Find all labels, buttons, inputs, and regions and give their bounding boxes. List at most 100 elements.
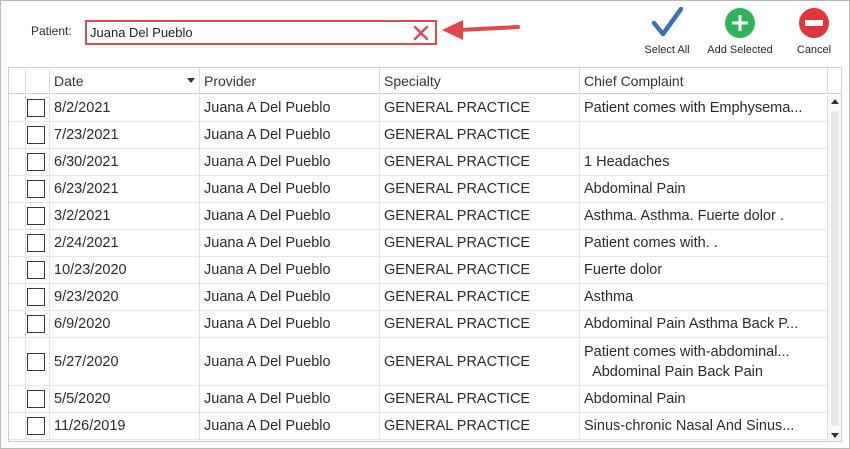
table-row[interactable]: 10/23/2020 Juana A Del Pueblo GENERAL PR… — [9, 257, 827, 284]
table-row[interactable]: 5/5/2020 Juana A Del Pueblo GENERAL PRAC… — [9, 386, 827, 413]
provider-cell: Juana A Del Pueblo — [199, 149, 379, 175]
provider-cell: Juana A Del Pueblo — [199, 176, 379, 202]
date-column-label: Date — [54, 73, 84, 89]
complaint-column-header[interactable]: Chief Complaint — [579, 68, 827, 94]
row-checkbox[interactable] — [27, 261, 45, 279]
row-checkbox[interactable] — [27, 234, 45, 252]
row-checkbox-cell[interactable] — [25, 284, 49, 310]
specialty-column-header[interactable]: Specialty — [379, 68, 579, 94]
complaint-cell: Patient comes with Emphysema... — [579, 95, 827, 121]
provider-cell: Juana A Del Pueblo — [199, 257, 379, 283]
dialog-window: Patient: Select All Add Selected Cancel — [0, 0, 850, 449]
add-selected-label: Add Selected — [707, 44, 773, 56]
row-checkbox[interactable] — [27, 288, 45, 306]
row-selector[interactable] — [9, 203, 25, 229]
provider-cell: Juana A Del Pueblo — [199, 95, 379, 121]
row-selector[interactable] — [9, 338, 25, 385]
provider-cell: Juana A Del Pueblo — [199, 203, 379, 229]
select-all-button[interactable]: Select All — [639, 7, 695, 56]
complaint-cell: Patient comes with-abdominal... Abdomina… — [579, 338, 827, 385]
complaint-cell: Patient comes with. . — [579, 230, 827, 256]
row-checkbox-cell[interactable] — [25, 338, 49, 385]
add-selected-button[interactable]: Add Selected — [701, 7, 779, 56]
table-row[interactable]: 5/27/2020 Juana A Del Pueblo GENERAL PRA… — [9, 338, 827, 386]
table-row[interactable]: 9/23/2020 Juana A Del Pueblo GENERAL PRA… — [9, 284, 827, 311]
date-cell: 3/2/2021 — [49, 203, 199, 229]
date-cell: 6/9/2020 — [49, 311, 199, 337]
row-checkbox[interactable] — [27, 417, 45, 435]
table-row[interactable]: 7/23/2021 Juana A Del Pueblo GENERAL PRA… — [9, 122, 827, 149]
scroll-down-icon[interactable] — [831, 433, 839, 438]
provider-column-header[interactable]: Provider — [199, 68, 379, 94]
row-selector[interactable] — [9, 149, 25, 175]
date-cell: 2/24/2021 — [49, 230, 199, 256]
table-row[interactable]: 8/2/2021 Juana A Del Pueblo GENERAL PRAC… — [9, 95, 827, 122]
row-checkbox[interactable] — [27, 99, 45, 117]
row-checkbox[interactable] — [27, 315, 45, 333]
row-checkbox-cell[interactable] — [25, 122, 49, 148]
checkbox-column-header[interactable] — [25, 68, 49, 94]
patient-label: Patient: — [31, 24, 72, 38]
grid-rows: 8/2/2021 Juana A Del Pueblo GENERAL PRAC… — [9, 95, 827, 440]
row-selector[interactable] — [9, 413, 25, 439]
complaint-line-2: Abdominal Pain Back Pain — [592, 363, 763, 380]
row-checkbox[interactable] — [27, 126, 45, 144]
row-checkbox-cell[interactable] — [25, 203, 49, 229]
vertical-scrollbar[interactable] — [827, 95, 841, 441]
row-selector[interactable] — [9, 230, 25, 256]
date-cell: 11/26/2019 — [49, 413, 199, 439]
table-row[interactable]: 3/2/2021 Juana A Del Pueblo GENERAL PRAC… — [9, 203, 827, 230]
row-checkbox-cell[interactable] — [25, 95, 49, 121]
row-checkbox[interactable] — [27, 352, 45, 371]
row-checkbox-cell[interactable] — [25, 176, 49, 202]
row-checkbox[interactable] — [27, 153, 45, 171]
row-selector-header — [9, 68, 25, 94]
row-checkbox-cell[interactable] — [25, 413, 49, 439]
patient-field[interactable] — [85, 20, 437, 45]
table-row[interactable]: 2/24/2021 Juana A Del Pueblo GENERAL PRA… — [9, 230, 827, 257]
row-checkbox[interactable] — [27, 180, 45, 198]
specialty-cell: GENERAL PRACTICE — [379, 203, 579, 229]
row-checkbox[interactable] — [27, 390, 45, 408]
table-row[interactable]: 6/23/2021 Juana A Del Pueblo GENERAL PRA… — [9, 176, 827, 203]
row-selector[interactable] — [9, 257, 25, 283]
date-cell: 9/23/2020 — [49, 284, 199, 310]
row-selector[interactable] — [9, 95, 25, 121]
table-row[interactable]: 11/26/2019 Juana A Del Pueblo GENERAL PR… — [9, 413, 827, 440]
provider-cell: Juana A Del Pueblo — [199, 230, 379, 256]
scroll-thumb[interactable] — [831, 111, 839, 426]
provider-cell: Juana A Del Pueblo — [199, 311, 379, 337]
specialty-cell: GENERAL PRACTICE — [379, 413, 579, 439]
date-column-header[interactable]: Date — [49, 68, 199, 94]
table-row[interactable]: 6/30/2021 Juana A Del Pueblo GENERAL PRA… — [9, 149, 827, 176]
complaint-column-label: Chief Complaint — [584, 73, 684, 89]
row-checkbox-cell[interactable] — [25, 230, 49, 256]
specialty-cell: GENERAL PRACTICE — [379, 149, 579, 175]
cancel-button[interactable]: Cancel — [791, 7, 837, 56]
row-checkbox-cell[interactable] — [25, 149, 49, 175]
complaint-cell — [579, 122, 827, 148]
date-cell: 5/5/2020 — [49, 386, 199, 412]
specialty-cell: GENERAL PRACTICE — [379, 284, 579, 310]
plus-circle-icon — [725, 8, 755, 38]
select-all-label: Select All — [644, 44, 690, 56]
minus-circle-icon — [799, 8, 829, 38]
table-row[interactable]: 6/9/2020 Juana A Del Pueblo GENERAL PRAC… — [9, 311, 827, 338]
complaint-cell: Sinus-chronic Nasal And Sinus... — [579, 413, 827, 439]
row-selector[interactable] — [9, 311, 25, 337]
row-selector[interactable] — [9, 122, 25, 148]
row-checkbox-cell[interactable] — [25, 311, 49, 337]
scroll-up-icon[interactable] — [831, 99, 839, 104]
close-x-icon[interactable] — [412, 24, 430, 42]
provider-column-label: Provider — [204, 73, 257, 89]
specialty-cell: GENERAL PRACTICE — [379, 257, 579, 283]
row-selector[interactable] — [9, 284, 25, 310]
row-checkbox-cell[interactable] — [25, 386, 49, 412]
row-selector[interactable] — [9, 176, 25, 202]
row-selector[interactable] — [9, 386, 25, 412]
patient-input[interactable] — [90, 24, 410, 41]
complaint-cell: Abdominal Pain — [579, 176, 827, 202]
row-checkbox[interactable] — [27, 207, 45, 225]
row-checkbox-cell[interactable] — [25, 257, 49, 283]
date-cell: 7/23/2021 — [49, 122, 199, 148]
